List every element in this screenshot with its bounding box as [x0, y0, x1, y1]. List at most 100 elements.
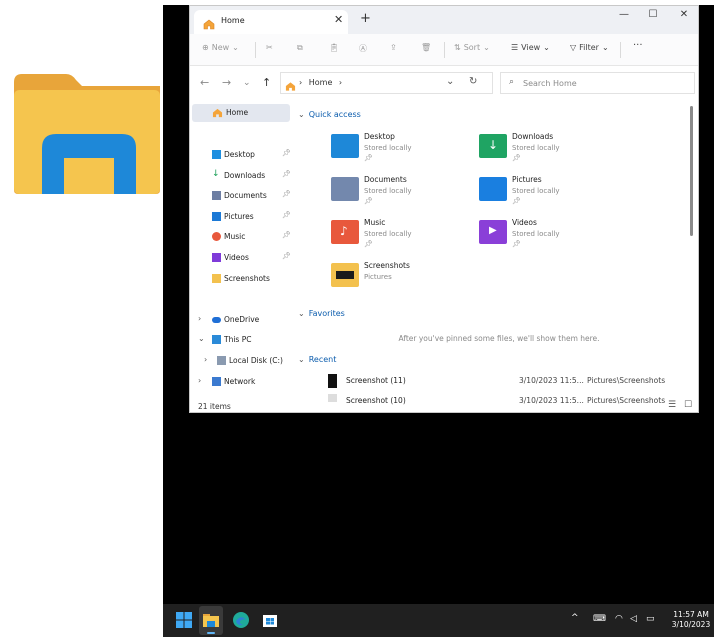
address-bar[interactable]: › Home › ⌄ ↻ — [280, 72, 493, 94]
nav-item-home[interactable]: Home — [192, 104, 290, 122]
nav-item-this-pc[interactable]: ⌄ This PC — [190, 331, 294, 349]
view-label: View — [521, 43, 541, 52]
recent-header[interactable]: ⌄ Recent — [298, 355, 336, 364]
tab-home[interactable]: Home ✕ — [194, 10, 348, 34]
nav-item-videos[interactable]: Videos 📌︎ — [190, 249, 294, 267]
details-view-icon[interactable]: ☰ — [668, 400, 676, 410]
search-box[interactable]: ⌕ Search Home — [500, 72, 695, 94]
nav-label: OneDrive — [224, 315, 260, 324]
recent-row[interactable]: Screenshot (11) 3/10/2023 11:5... Pictur… — [324, 373, 694, 391]
new-label: New — [211, 43, 230, 52]
show-hidden-icons-button[interactable]: ^ — [571, 613, 579, 623]
new-tab-button[interactable]: + — [360, 11, 371, 26]
paste-icon: 📋︎ — [329, 43, 340, 52]
nav-item-local-disk[interactable]: › Local Disk (C:) — [190, 352, 294, 370]
screenshots-folder-icon — [331, 263, 359, 287]
quick-access-pictures[interactable]: Pictures Stored locally 📌︎ — [479, 173, 609, 213]
quick-access-header[interactable]: ⌄ Quick access — [298, 110, 361, 119]
pin-icon: 📌︎ — [512, 240, 521, 248]
nav-item-music[interactable]: Music 📌︎ — [190, 228, 294, 246]
file-explorer-window: Home ✕ + — ☐ ✕ ⊕ New ⌄ ✂ ⧉ 📋︎ Ⓐ ⇪ 🗑︎ ⇅ S… — [189, 5, 699, 413]
item-sub: Stored locally — [364, 187, 412, 195]
paste-button[interactable]: 📋︎ — [329, 43, 339, 52]
quick-access-documents[interactable]: Documents Stored locally 📌︎ — [331, 173, 461, 213]
item-name: Documents — [364, 175, 407, 184]
delete-button[interactable]: 🗑︎ — [421, 43, 431, 52]
chevron-right-icon[interactable]: › — [198, 376, 201, 385]
wifi-icon[interactable]: ◠ — [615, 614, 623, 624]
share-icon: ⇪ — [390, 43, 397, 52]
more-options-button[interactable]: ··· — [633, 40, 643, 51]
nav-item-network[interactable]: › Network — [190, 373, 294, 391]
network-icon — [212, 377, 221, 386]
chevron-right-icon[interactable]: › — [204, 355, 207, 364]
view-button[interactable]: ☰ View ⌄ — [511, 43, 550, 52]
pictures-icon — [212, 212, 221, 221]
nav-label: Pictures — [224, 212, 254, 221]
copy-button[interactable]: ⧉ — [297, 43, 303, 53]
tab-close-button[interactable]: ✕ — [334, 13, 343, 26]
quick-access-screenshots[interactable]: Screenshots Pictures — [331, 259, 461, 299]
chevron-down-icon[interactable]: ⌄ — [446, 76, 454, 87]
home-icon — [212, 108, 223, 118]
windows-start-icon[interactable] — [176, 612, 192, 628]
quick-access-music[interactable]: ♪ Music Stored locally 📌︎ — [331, 216, 461, 256]
favorites-header[interactable]: ⌄ Favorites — [298, 309, 345, 318]
search-placeholder: Search Home — [523, 79, 577, 88]
sort-button[interactable]: ⇅ Sort ⌄ — [454, 43, 490, 52]
pictures-folder-icon — [479, 177, 507, 201]
nav-item-downloads[interactable]: ↓ Downloads 📌︎ — [190, 167, 294, 185]
nav-item-documents[interactable]: Documents 📌︎ — [190, 187, 294, 205]
file-explorer-taskbar-button[interactable] — [199, 606, 223, 635]
volume-icon[interactable]: ◁ — [630, 614, 637, 624]
close-button[interactable]: ✕ — [674, 9, 694, 20]
minimize-button[interactable]: — — [614, 9, 634, 20]
breadcrumb-home[interactable]: Home — [309, 78, 333, 87]
content-pane: ⌄ Quick access Desktop Stored locally 📌︎ … — [294, 98, 698, 405]
filter-button[interactable]: ▽ Filter ⌄ — [570, 43, 609, 52]
nav-item-pictures[interactable]: Pictures 📌︎ — [190, 208, 294, 226]
chevron-down-icon: ⌄ — [298, 355, 305, 364]
battery-icon[interactable]: ▭ — [646, 614, 655, 624]
scrollbar[interactable] — [690, 106, 693, 236]
tiles-view-icon[interactable]: ☐ — [684, 400, 692, 410]
chevron-down-icon: ⌄ — [298, 309, 305, 318]
breadcrumb: › Home › — [299, 78, 342, 87]
chevron-down-icon[interactable]: ⌄ — [198, 334, 205, 343]
nav-item-desktop[interactable]: Desktop 📌︎ — [190, 146, 294, 164]
chevron-right-icon[interactable]: › — [198, 314, 201, 323]
refresh-icon[interactable]: ↻ — [469, 76, 477, 87]
pin-icon: 📌︎ — [282, 231, 291, 239]
new-button[interactable]: ⊕ New ⌄ — [202, 43, 239, 52]
nav-item-onedrive[interactable]: › OneDrive — [190, 311, 294, 329]
download-icon: ↓ — [212, 169, 220, 179]
recent-locations-button[interactable]: ⌄ — [243, 78, 251, 88]
home-icon — [203, 15, 215, 34]
nav-item-screenshots[interactable]: Screenshots — [190, 270, 294, 288]
drive-icon — [217, 356, 226, 365]
section-title: Quick access — [308, 110, 361, 119]
divider — [620, 42, 621, 58]
quick-access-desktop[interactable]: Desktop Stored locally 📌︎ — [331, 130, 461, 170]
quick-access-videos[interactable]: ▶ Videos Stored locally 📌︎ — [479, 216, 609, 256]
nav-label: Desktop — [224, 150, 255, 159]
active-indicator — [207, 632, 215, 634]
quick-access-downloads[interactable]: ↓ Downloads Stored locally 📌︎ — [479, 130, 609, 170]
edge-icon[interactable] — [233, 612, 249, 628]
forward-button[interactable]: → — [222, 76, 231, 89]
rename-button[interactable]: Ⓐ — [359, 43, 367, 54]
item-sub: Stored locally — [364, 144, 412, 152]
store-icon[interactable] — [262, 612, 278, 628]
breadcrumb-separator: › — [338, 78, 343, 87]
share-button[interactable]: ⇪ — [390, 43, 397, 52]
divider — [255, 42, 256, 58]
file-explorer-folder-icon[interactable] — [14, 72, 160, 196]
plus-circle-icon: ⊕ — [202, 43, 209, 52]
nav-label: Home — [226, 108, 249, 117]
up-button[interactable]: ↑ — [262, 76, 271, 89]
cut-button[interactable]: ✂ — [266, 43, 273, 52]
back-button[interactable]: ← — [200, 76, 209, 89]
keyboard-icon[interactable]: ⌨ — [593, 614, 606, 624]
maximize-button[interactable]: ☐ — [643, 9, 663, 20]
clock[interactable]: 11:57 AM 3/10/2023 — [668, 610, 714, 630]
